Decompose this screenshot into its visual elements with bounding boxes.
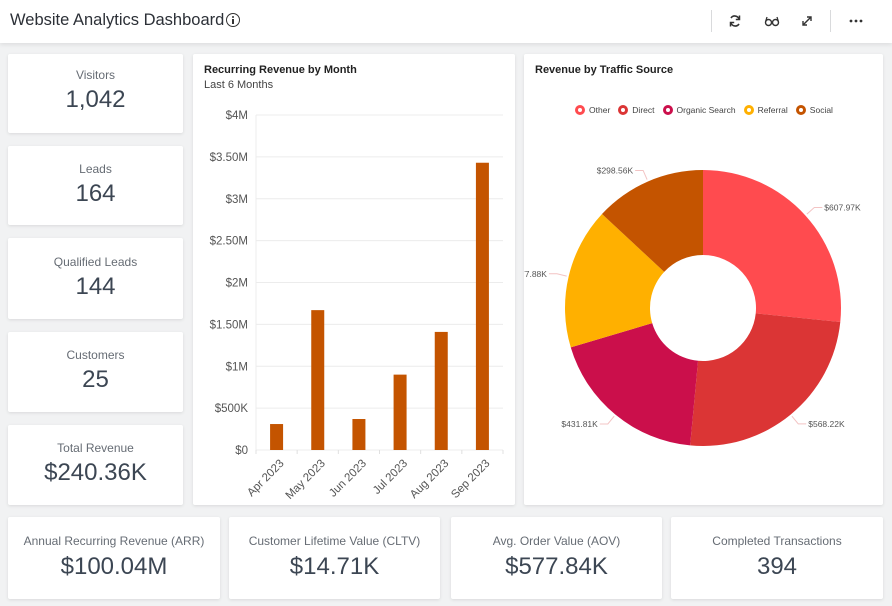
bar[interactable] [475, 162, 489, 451]
bar[interactable] [393, 374, 407, 450]
glasses-icon [764, 16, 780, 27]
y-tick-label: $1.50M [210, 319, 248, 331]
kpi-card-cltv[interactable]: Customer Lifetime Value (CLTV) $14.71K [229, 517, 440, 599]
y-tick-label: $3M [226, 194, 248, 206]
kpi-label: Leads [79, 162, 112, 176]
expand-button[interactable] [796, 10, 818, 32]
x-tick-label: Aug 2023 [408, 458, 451, 501]
x-tick-label: May 2023 [284, 458, 328, 502]
kpi-value: 144 [75, 273, 116, 300]
refresh-button[interactable] [724, 10, 746, 32]
kpi-label: Visitors [75, 68, 116, 82]
kpi-value: 164 [75, 180, 116, 207]
dashboard-header: Website Analytics Dashboard [0, 0, 892, 43]
kpi-label: Annual Recurring Revenue (ARR) [23, 534, 205, 548]
data-label: $568.22K [808, 419, 845, 429]
y-tick-label: $4M [226, 110, 248, 122]
data-label: $607.97K [824, 202, 861, 212]
info-icon[interactable] [226, 13, 240, 27]
kpi-value: $577.84K [505, 553, 608, 580]
kpi-label: Total Revenue [57, 441, 134, 455]
x-tick-label: Apr 2023 [245, 458, 286, 499]
kpi-card-arr[interactable]: Annual Recurring Revenue (ARR) $100.04M [8, 517, 220, 599]
more-options-button[interactable] [845, 10, 867, 32]
leader-line [791, 415, 807, 425]
refresh-icon [729, 15, 741, 27]
x-tick-label: Sep 2023 [449, 458, 492, 501]
page-title: Website Analytics Dashboard [10, 11, 225, 29]
header-divider [830, 10, 831, 32]
kpi-card-qualified-leads[interactable]: Qualified Leads 144 [8, 238, 183, 319]
kpi-value: 394 [756, 553, 798, 580]
kpi-value: $100.04M [60, 553, 168, 580]
y-tick-label: $500K [215, 403, 249, 415]
kpi-card-total-revenue[interactable]: Total Revenue $240.36K [8, 425, 183, 505]
kpi-value: $14.71K [289, 553, 380, 580]
kpi-card-customers[interactable]: Customers 25 [8, 332, 183, 412]
kpi-label: Qualified Leads [53, 255, 138, 269]
leader-line [806, 206, 823, 215]
kpi-value: 1,042 [65, 86, 126, 113]
bar[interactable] [311, 310, 325, 450]
leader-line [599, 415, 615, 425]
donut-chart: $607.97K $568.22K $431.81K $377.88K $298.56K [524, 165, 861, 446]
y-tick-label: $1M [226, 361, 248, 373]
kpi-card-completed-transactions[interactable]: Completed Transactions 394 [671, 517, 883, 599]
data-label: $298.56K [597, 165, 634, 175]
view-mode-button[interactable] [761, 10, 783, 32]
header-divider [711, 10, 712, 32]
kpi-label: Customer Lifetime Value (CLTV) [248, 534, 421, 548]
bar-chart: $0 $500K $1M $1.50M $2M $2.50M $3M $3.50M $4M Apr… [210, 110, 504, 502]
y-tick-label: $0 [235, 445, 248, 457]
donut-slice[interactable] [703, 170, 841, 322]
data-label: $431.81K [561, 419, 598, 429]
kpi-label: Avg. Order Value (AOV) [492, 534, 621, 548]
more-icon [849, 19, 863, 23]
recurring-revenue-chart-card[interactable]: Recurring Revenue by Month Last 6 Months… [193, 54, 515, 505]
leader-line [635, 169, 648, 180]
kpi-card-leads[interactable]: Leads 164 [8, 146, 183, 225]
bar[interactable] [434, 331, 448, 450]
kpi-label: Completed Transactions [712, 534, 842, 548]
y-tick-label: $2M [226, 278, 248, 290]
y-tick-label: $3.50M [210, 152, 248, 164]
bar[interactable] [352, 419, 366, 450]
y-tick-label: $2.50M [210, 236, 248, 248]
kpi-value: 25 [82, 366, 109, 393]
x-tick-label: Jun 2023 [327, 458, 369, 500]
kpi-card-aov[interactable]: Avg. Order Value (AOV) $577.84K [451, 517, 662, 599]
bar[interactable] [270, 424, 284, 450]
data-label: $377.88K [524, 269, 547, 279]
kpi-value: $240.36K [44, 459, 147, 486]
kpi-label: Customers [66, 348, 125, 362]
expand-icon [802, 16, 812, 26]
x-tick-label: Jul 2023 [371, 458, 410, 497]
traffic-source-chart-card[interactable]: Revenue by Traffic Source Other Direct Org… [524, 54, 883, 505]
leader-line [548, 273, 567, 277]
kpi-card-visitors[interactable]: Visitors 1,042 [8, 54, 183, 133]
